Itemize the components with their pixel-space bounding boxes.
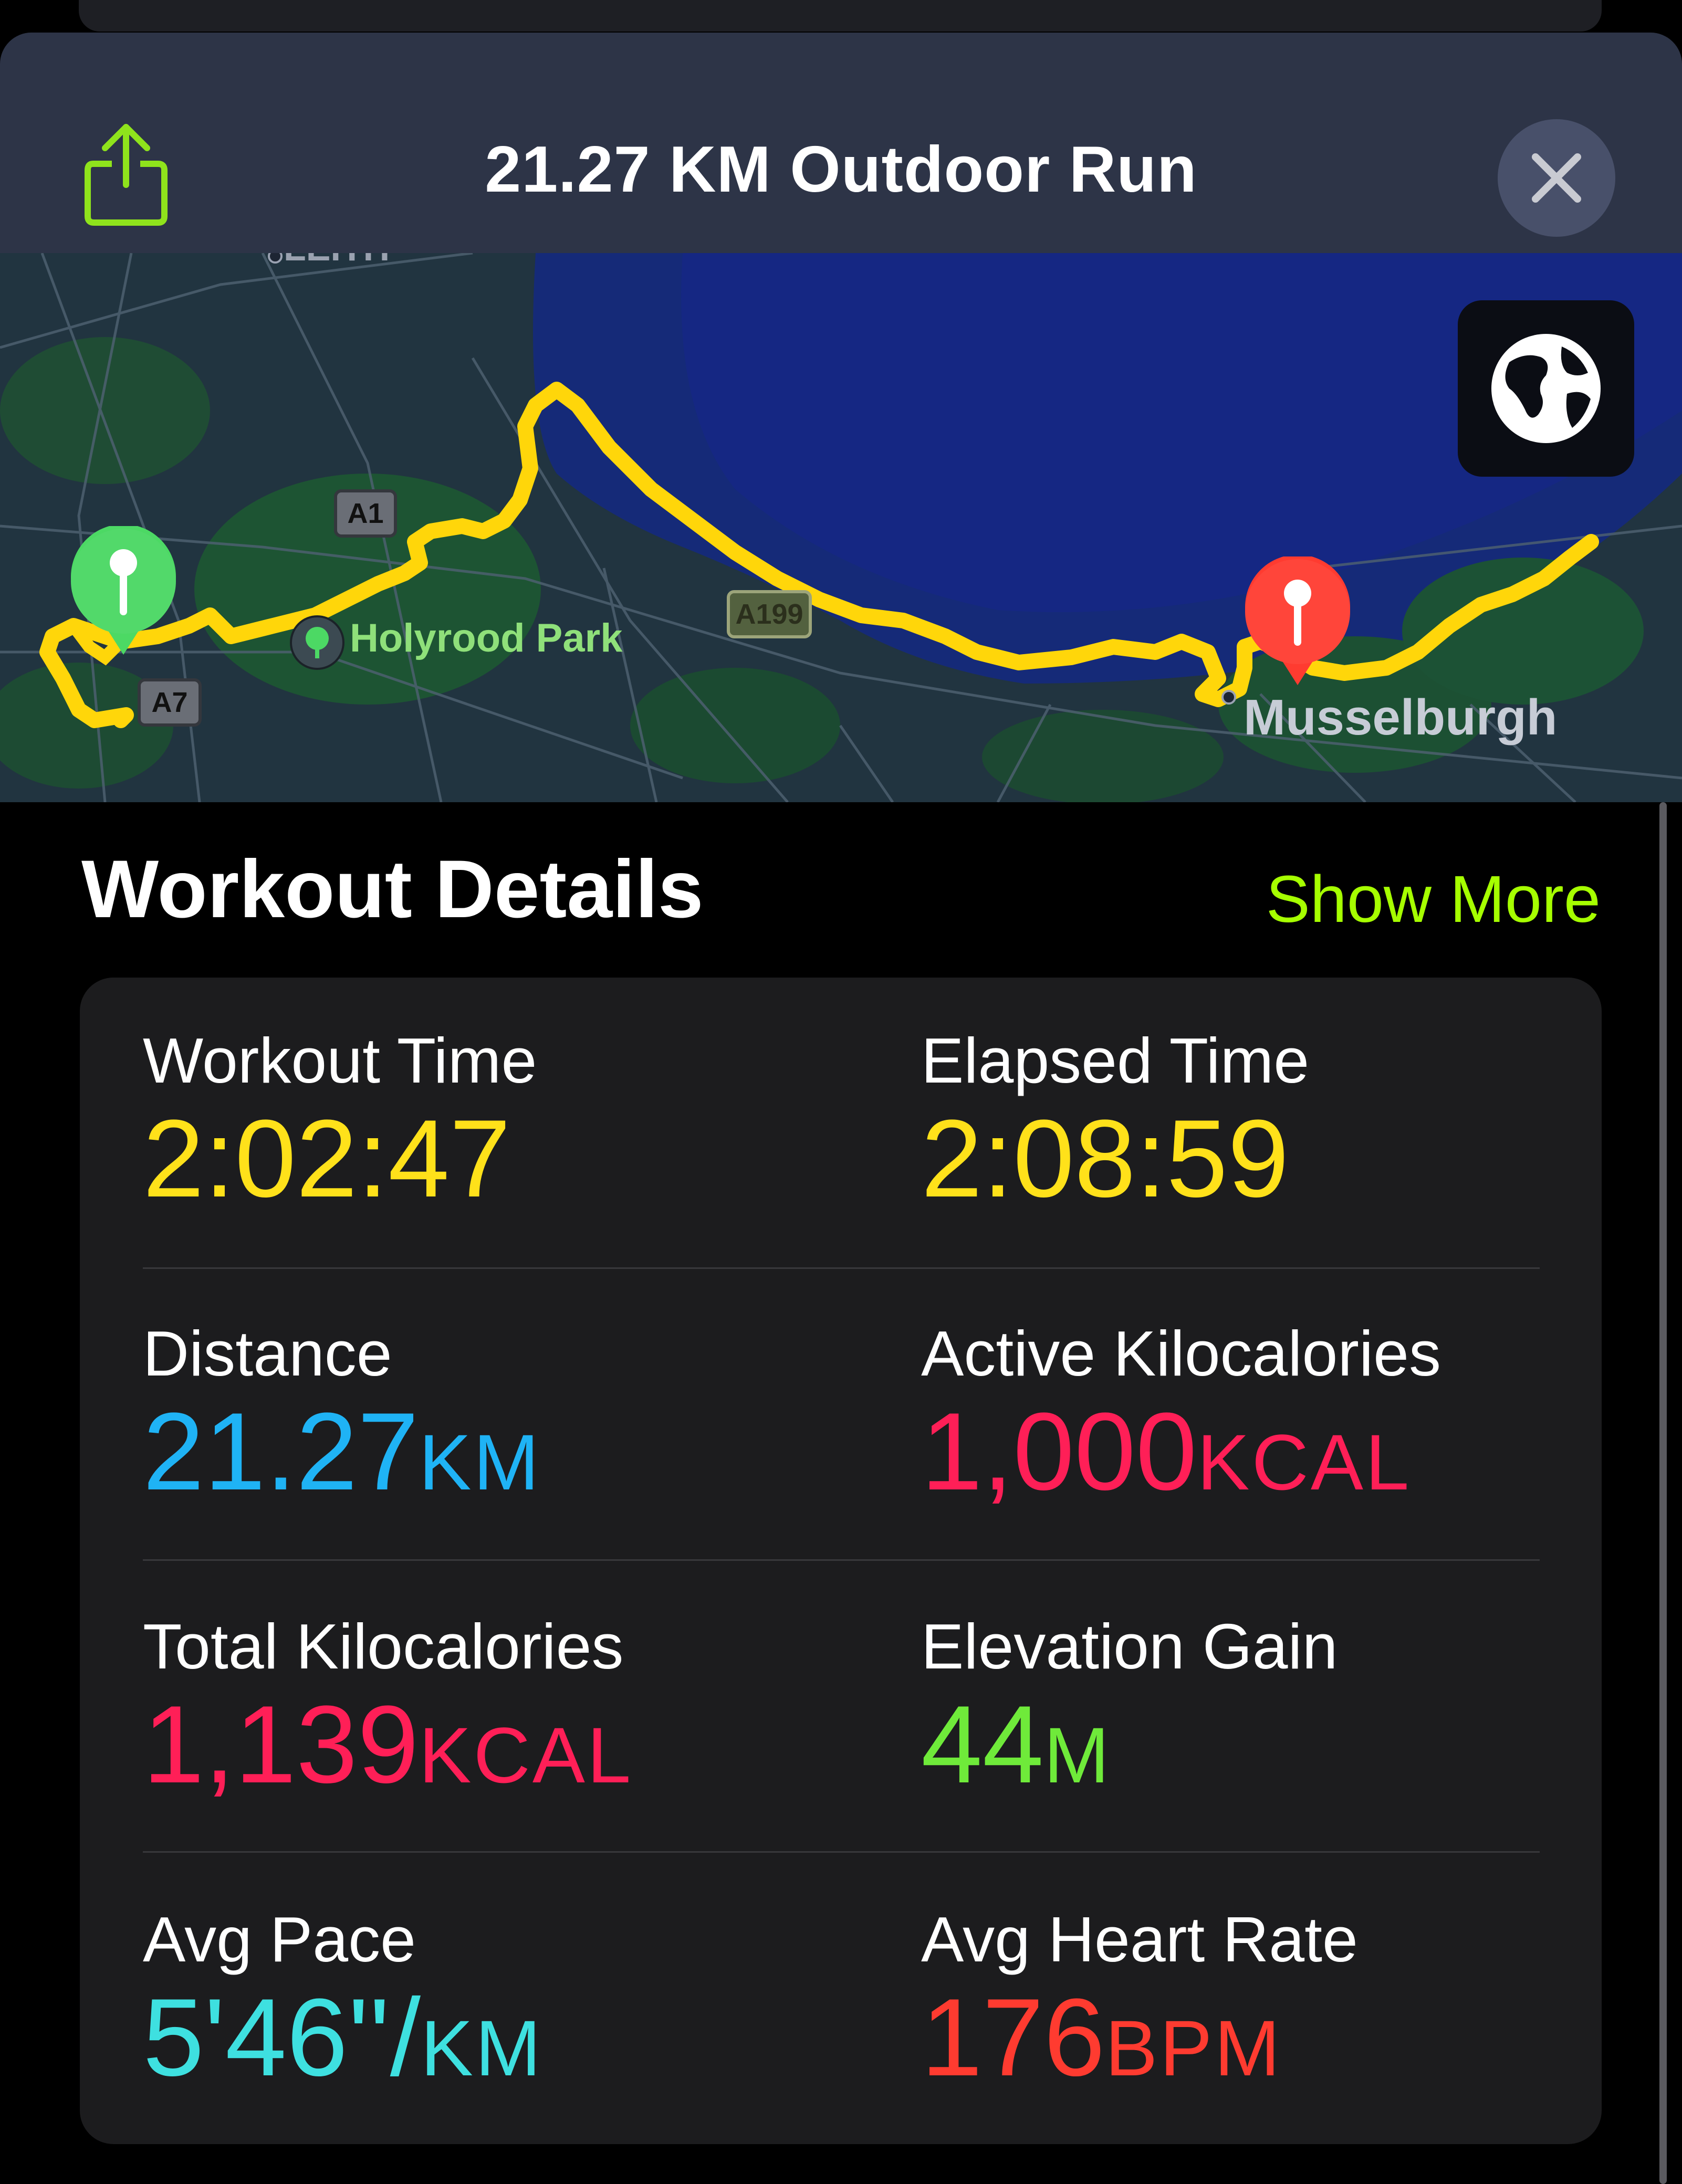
map-label-park: Holyrood Park [350, 616, 623, 660]
road-shield-a7: A7 [138, 678, 202, 727]
section-title: Workout Details [81, 844, 704, 935]
metric-value: 5'46''/KM [143, 1976, 543, 2099]
end-pin[interactable] [1242, 554, 1353, 690]
metric-label: Total Kilocalories [143, 1611, 624, 1682]
show-more-link[interactable]: Show More [1266, 861, 1601, 937]
metric-total-kilocalories: Total Kilocalories 1,139KCAL [143, 1610, 633, 1808]
metric-unit: BPM [1105, 2004, 1282, 2092]
metric-distance: Distance 21.27KM [143, 1317, 541, 1515]
metric-value: 176BPM [921, 1976, 1282, 2099]
metric-label: Active Kilocalories [921, 1318, 1441, 1389]
metric-unit: KCAL [1197, 1418, 1412, 1506]
close-icon [1532, 153, 1581, 203]
park-icon [290, 615, 344, 670]
globe-icon [1491, 334, 1601, 443]
map-label-town: Musselburgh [1244, 689, 1558, 746]
metric-unit: KM [421, 2004, 543, 2092]
map-mode-button[interactable] [1458, 300, 1634, 477]
metric-label: Avg Heart Rate [921, 1904, 1358, 1975]
start-pin[interactable] [68, 524, 179, 660]
metric-value: 44M [921, 1683, 1112, 1806]
divider [143, 1851, 1540, 1853]
metric-label: Avg Pace [143, 1904, 416, 1975]
divider [143, 1267, 1540, 1269]
metric-avg-pace: Avg Pace 5'46''/KM [143, 1903, 543, 2101]
underlying-sheet-edge [79, 0, 1602, 32]
metric-value: 1,139KCAL [143, 1683, 633, 1806]
close-button[interactable] [1498, 119, 1615, 237]
sheet-header: 21.27 KM Outdoor Run [0, 33, 1682, 254]
metric-unit: M [1043, 1711, 1112, 1799]
metric-workout-time: Workout Time 2:02:47 [143, 1024, 537, 1222]
road-shield-a1: A1 [334, 489, 397, 538]
metric-label: Workout Time [143, 1025, 537, 1096]
metric-label: Distance [143, 1318, 392, 1389]
metric-label: Elevation Gain [921, 1611, 1338, 1682]
map-label-top: LEITH [284, 253, 390, 269]
road-shield-a199: A199 [727, 590, 812, 638]
metric-value: 2:08:59 [921, 1097, 1289, 1220]
metric-value: 2:02:47 [143, 1097, 511, 1220]
route-map[interactable]: LEITH A1 A199 A7 Holyrood Park Musselbur… [0, 253, 1682, 802]
metric-unit: KM [419, 1418, 541, 1506]
divider [143, 1559, 1540, 1561]
metric-active-kilocalories: Active Kilocalories 1,000KCAL [921, 1317, 1441, 1515]
metric-value: 21.27KM [143, 1390, 541, 1513]
metric-value: 1,000KCAL [921, 1390, 1412, 1513]
metric-elapsed-time: Elapsed Time 2:08:59 [921, 1024, 1309, 1222]
metric-label: Elapsed Time [921, 1025, 1310, 1096]
metric-unit: KCAL [419, 1711, 633, 1799]
metric-avg-heart-rate: Avg Heart Rate 176BPM [921, 1903, 1358, 2101]
metric-elevation-gain: Elevation Gain 44M [921, 1610, 1338, 1808]
workout-title: 21.27 KM Outdoor Run [485, 133, 1197, 206]
scrollbar[interactable] [1659, 802, 1667, 2184]
